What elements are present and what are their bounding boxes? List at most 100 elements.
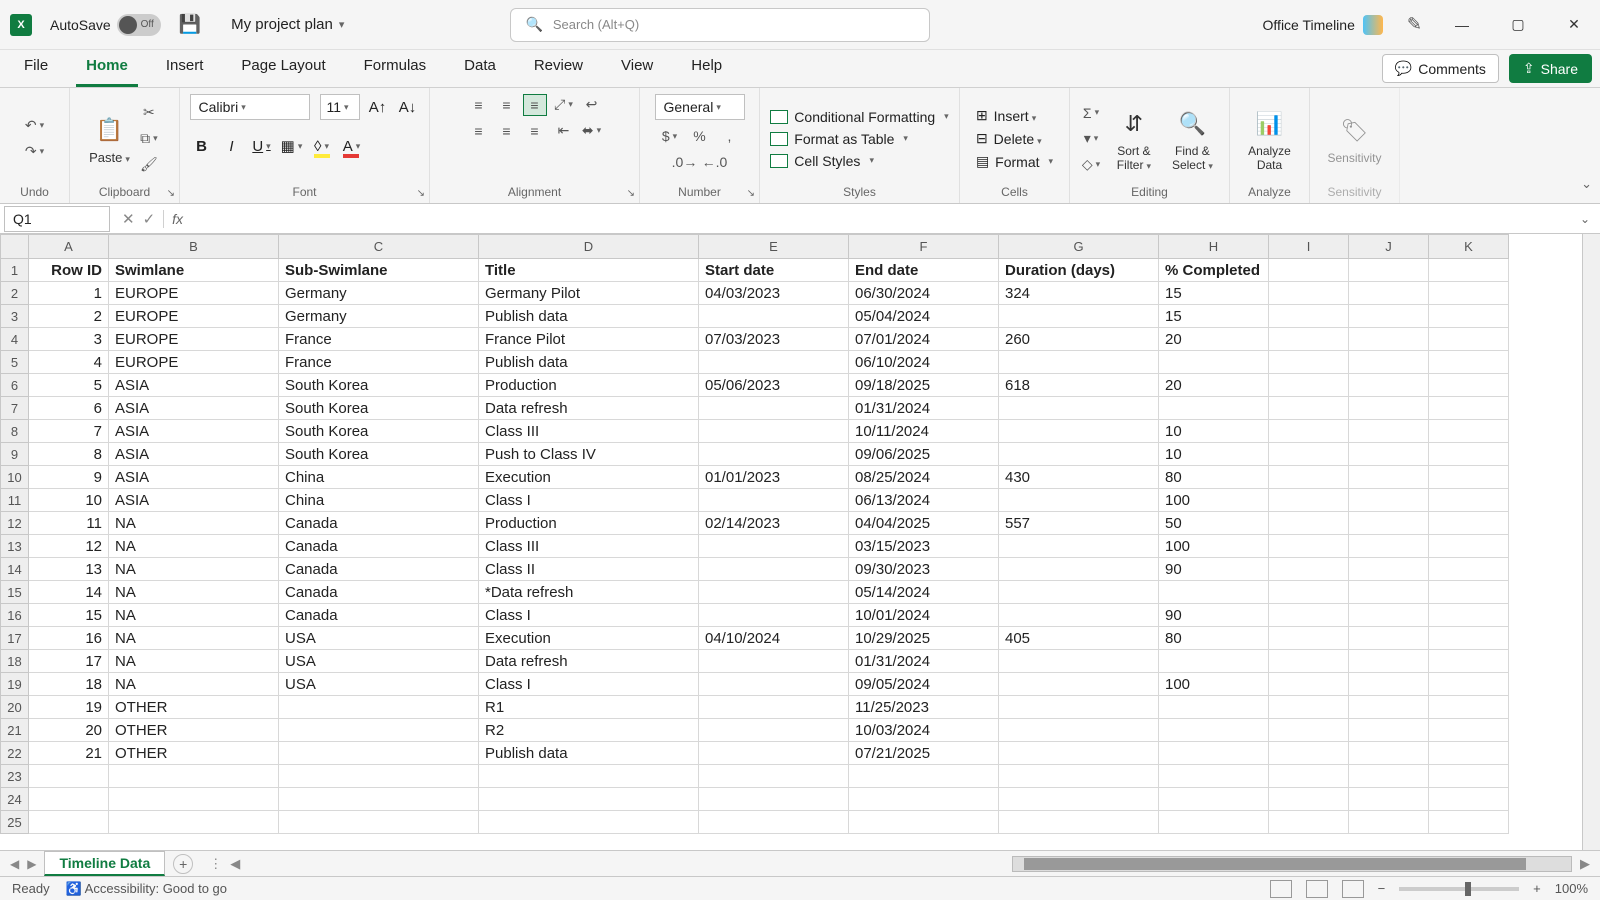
cell[interactable]: ASIA (109, 420, 279, 443)
cell[interactable] (1349, 765, 1429, 788)
cell[interactable] (1429, 765, 1509, 788)
row-header[interactable]: 19 (1, 673, 29, 696)
cell[interactable] (1269, 742, 1349, 765)
cell[interactable] (1349, 351, 1429, 374)
cell[interactable]: 01/01/2023 (699, 466, 849, 489)
cell[interactable] (999, 443, 1159, 466)
cell[interactable] (1159, 742, 1269, 765)
cell[interactable] (109, 788, 279, 811)
border-button[interactable]: ▦ (280, 134, 304, 158)
cell[interactable] (1429, 558, 1509, 581)
cell[interactable]: NA (109, 627, 279, 650)
cell[interactable] (1429, 282, 1509, 305)
cell[interactable] (1159, 788, 1269, 811)
cell[interactable] (1429, 420, 1509, 443)
cell[interactable] (1159, 650, 1269, 673)
row-header[interactable]: 10 (1, 466, 29, 489)
font-size-select[interactable]: 11 (320, 94, 360, 120)
cell[interactable]: 80 (1159, 466, 1269, 489)
cell[interactable] (1429, 305, 1509, 328)
cut-button[interactable]: ✂ (138, 103, 160, 123)
cell[interactable] (999, 673, 1159, 696)
cell[interactable] (1349, 742, 1429, 765)
row-header[interactable]: 24 (1, 788, 29, 811)
save-icon[interactable]: 💾 (179, 14, 201, 35)
column-header-F[interactable]: F (849, 235, 999, 259)
tab-review[interactable]: Review (524, 49, 593, 87)
autosave-toggle[interactable]: Off (117, 14, 161, 36)
format-cells-button[interactable]: ▤Format (976, 153, 1053, 170)
cell[interactable]: Germany Pilot (479, 282, 699, 305)
currency-button[interactable]: $ (659, 126, 681, 146)
cell[interactable] (1269, 558, 1349, 581)
cell[interactable]: ASIA (109, 443, 279, 466)
cell[interactable] (699, 765, 849, 788)
cell[interactable] (29, 788, 109, 811)
cell[interactable]: South Korea (279, 374, 479, 397)
wrap-text-button[interactable]: ↩ (581, 94, 603, 114)
tab-home[interactable]: Home (76, 49, 138, 87)
cell[interactable] (1349, 305, 1429, 328)
cell[interactable] (699, 443, 849, 466)
cell[interactable]: 12 (29, 535, 109, 558)
cell[interactable]: 06/30/2024 (849, 282, 999, 305)
italic-button[interactable]: I (220, 134, 244, 158)
cell[interactable]: NA (109, 604, 279, 627)
comma-button[interactable]: , (719, 126, 741, 146)
column-header-B[interactable]: B (109, 235, 279, 259)
cell[interactable] (1269, 673, 1349, 696)
cell[interactable] (1349, 788, 1429, 811)
cell[interactable] (1349, 420, 1429, 443)
font-color-button[interactable]: A (340, 134, 364, 158)
cell[interactable]: 09/18/2025 (849, 374, 999, 397)
page-break-view-button[interactable] (1342, 880, 1364, 898)
cell[interactable] (1349, 604, 1429, 627)
sheet-menu-icon[interactable]: ⋮ (209, 856, 222, 872)
cell[interactable]: 10/11/2024 (849, 420, 999, 443)
delete-cells-button[interactable]: ⊟Delete (976, 130, 1053, 147)
cell[interactable] (1159, 581, 1269, 604)
pen-icon[interactable]: ✎ (1407, 14, 1422, 35)
cell[interactable]: ASIA (109, 489, 279, 512)
cell[interactable]: NA (109, 535, 279, 558)
merge-button[interactable]: ⬌ (581, 120, 603, 140)
cell[interactable] (1269, 788, 1349, 811)
select-all-corner[interactable] (1, 235, 29, 259)
cell[interactable]: EUROPE (109, 351, 279, 374)
cell[interactable] (699, 581, 849, 604)
cell[interactable] (699, 397, 849, 420)
increase-decimal-button[interactable]: .0→ (674, 152, 696, 172)
cell[interactable]: 100 (1159, 489, 1269, 512)
cell[interactable] (1269, 765, 1349, 788)
cell[interactable] (999, 351, 1159, 374)
row-header[interactable]: 6 (1, 374, 29, 397)
cell[interactable]: 17 (29, 650, 109, 673)
column-header-C[interactable]: C (279, 235, 479, 259)
undo-button[interactable]: ↶ (24, 116, 46, 136)
cell[interactable]: 07/03/2023 (699, 328, 849, 351)
cell[interactable]: Duration (days) (999, 259, 1159, 282)
tab-page-layout[interactable]: Page Layout (231, 49, 335, 87)
row-header[interactable]: 3 (1, 305, 29, 328)
cell[interactable]: 04/04/2025 (849, 512, 999, 535)
row-header[interactable]: 15 (1, 581, 29, 604)
cell[interactable] (999, 650, 1159, 673)
cell[interactable]: 07/21/2025 (849, 742, 999, 765)
cell[interactable] (699, 696, 849, 719)
cell[interactable]: ASIA (109, 397, 279, 420)
align-left-button[interactable]: ≡ (467, 120, 491, 142)
cell[interactable] (1269, 282, 1349, 305)
cell[interactable]: 260 (999, 328, 1159, 351)
cell[interactable]: Canada (279, 512, 479, 535)
row-header[interactable]: 14 (1, 558, 29, 581)
cell[interactable]: 430 (999, 466, 1159, 489)
cell[interactable]: 3 (29, 328, 109, 351)
cell[interactable] (1269, 650, 1349, 673)
cell-styles-button[interactable]: Cell Styles (770, 153, 948, 169)
cell[interactable]: Germany (279, 305, 479, 328)
cell[interactable] (1349, 650, 1429, 673)
document-title[interactable]: My project plan ▾ (231, 16, 344, 33)
expand-formula-bar-button[interactable]: ⌄ (1580, 212, 1590, 226)
cell[interactable]: 19 (29, 696, 109, 719)
cell[interactable] (1159, 765, 1269, 788)
